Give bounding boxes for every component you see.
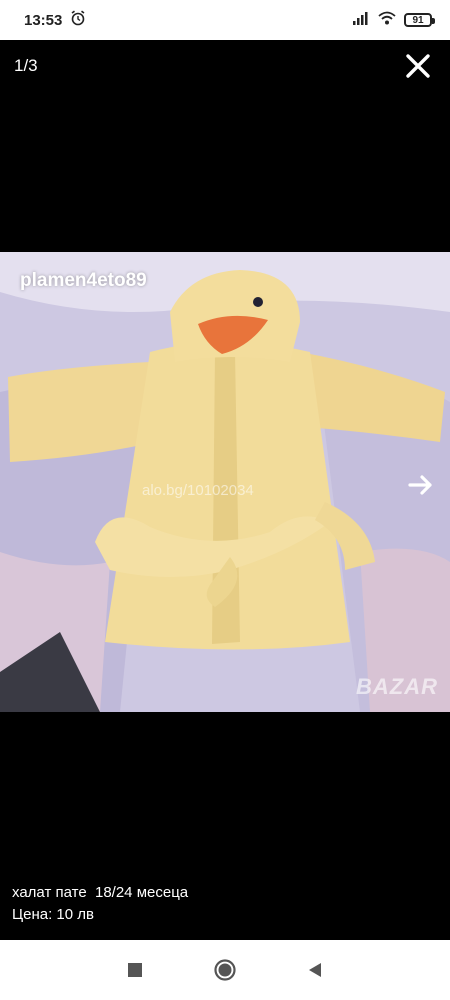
recents-square-icon	[128, 963, 142, 977]
site-watermark: alo.bg/10102034	[142, 482, 254, 499]
home-button[interactable]	[205, 950, 245, 990]
image-caption: халат пате 18/24 месеца Цена: 10 лв	[12, 882, 188, 926]
caption-title: халат пате 18/24 месеца	[12, 884, 189, 901]
home-circle-icon	[214, 959, 236, 981]
close-button[interactable]	[404, 52, 432, 80]
back-button[interactable]	[295, 950, 335, 990]
uploader-watermark: plamen4eto89	[20, 270, 147, 291]
navigation-bar	[0, 940, 450, 1000]
battery-icon: 91	[404, 13, 435, 27]
status-time: 13:53	[24, 11, 63, 29]
brand-watermark: BAZAR	[356, 674, 438, 699]
close-icon	[406, 54, 430, 78]
status-bar: 13:53 91	[0, 0, 450, 40]
next-image-button[interactable]	[406, 470, 436, 500]
image-counter: 1/3	[14, 56, 38, 75]
back-triangle-icon	[309, 963, 321, 977]
battery-level: 91	[412, 14, 424, 26]
recents-button[interactable]	[115, 950, 155, 990]
alarm-icon	[70, 10, 86, 30]
wifi-icon	[378, 11, 396, 30]
arrow-right-icon	[408, 475, 432, 495]
caption-price: Цена: 10 лв	[12, 906, 94, 923]
signal-icon	[352, 11, 370, 30]
product-photo[interactable]: plamen4eto89 alo.bg/10102034 BAZAR	[0, 252, 450, 712]
